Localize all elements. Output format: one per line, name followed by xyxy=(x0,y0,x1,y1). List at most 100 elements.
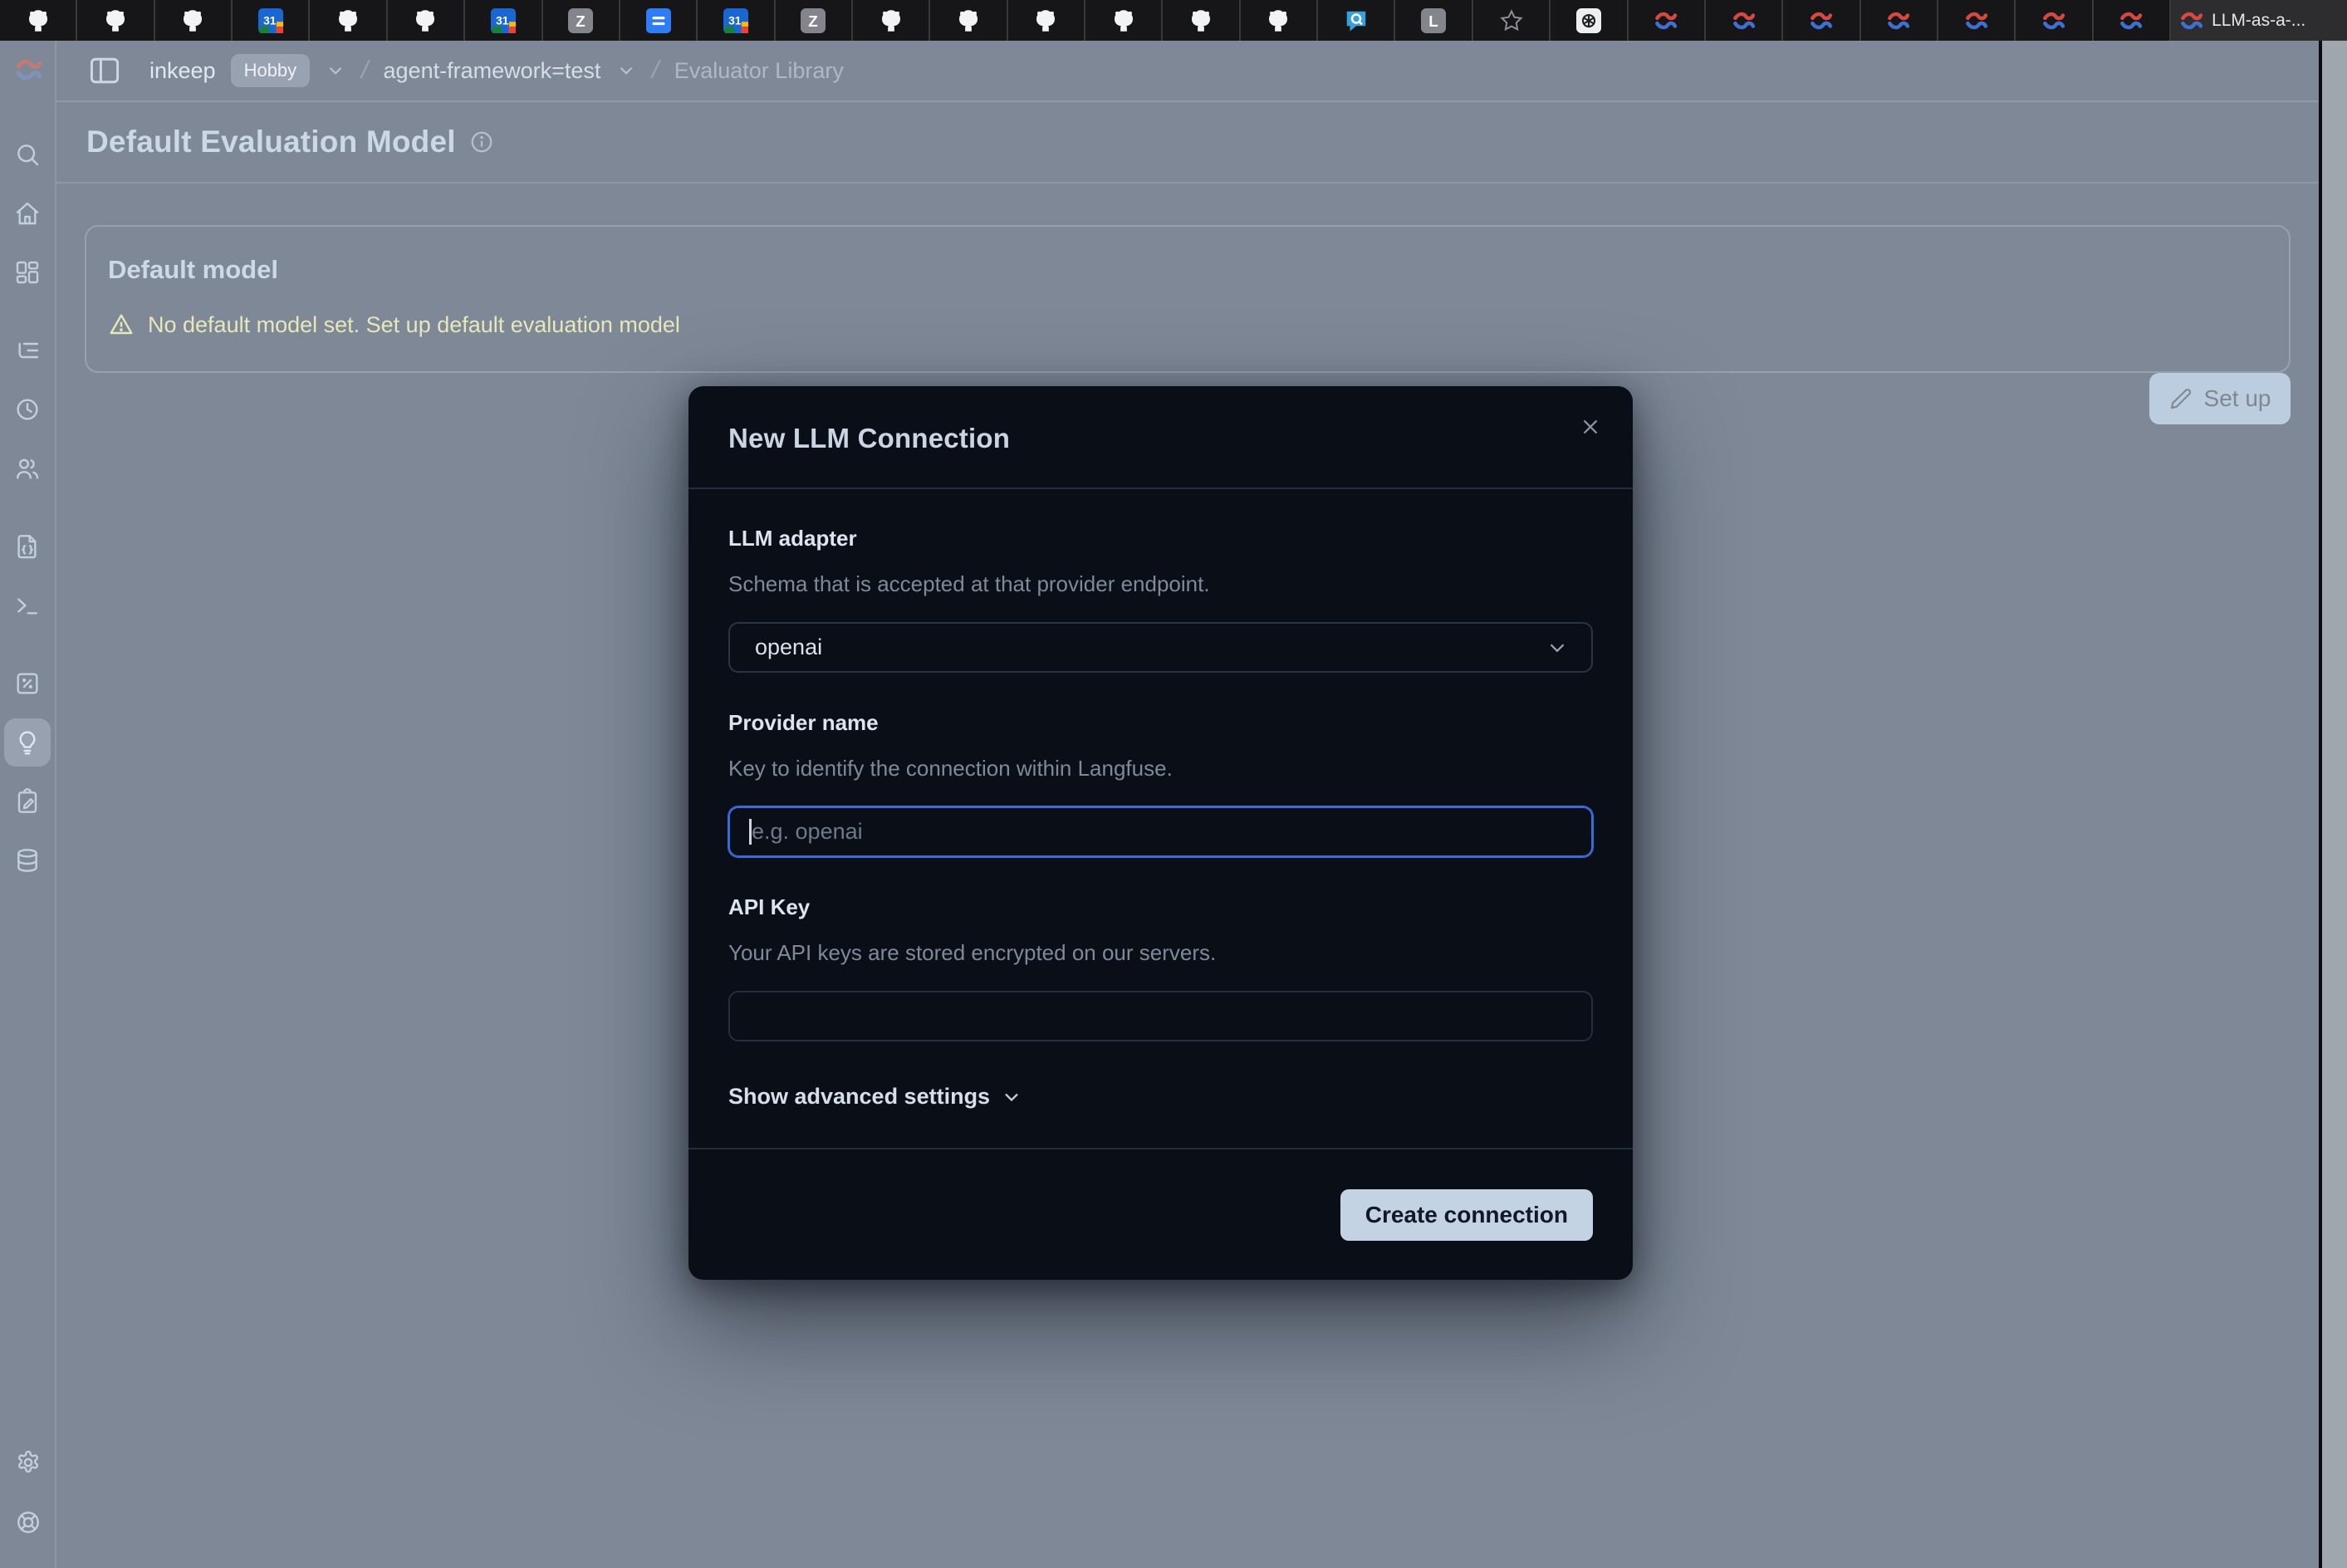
sidebar-toggle-icon[interactable] xyxy=(86,52,123,89)
background-window-strip xyxy=(2319,41,2347,1568)
api-key-label: API Key xyxy=(728,894,1593,920)
browser-tab[interactable]: Z xyxy=(776,0,853,41)
sidebar-item-dashboard[interactable] xyxy=(4,248,51,296)
browser-tab[interactable]: 31 xyxy=(465,0,542,41)
sidebar-item-llm-judge[interactable] xyxy=(4,718,51,767)
chevron-down-icon xyxy=(1000,1085,1023,1109)
breadcrumb-org[interactable]: inkeep xyxy=(149,58,216,84)
dialog-footer: Create connection xyxy=(688,1148,1633,1280)
show-advanced-settings-toggle[interactable]: Show advanced settings xyxy=(728,1084,1023,1110)
browser-tab[interactable] xyxy=(853,0,930,41)
browser-tab[interactable]: 31 xyxy=(233,0,310,41)
create-connection-button[interactable]: Create connection xyxy=(1340,1189,1593,1241)
sidebar-item-playground[interactable] xyxy=(4,581,51,630)
chevron-down-icon[interactable] xyxy=(615,60,637,81)
browser-tab[interactable]: Z xyxy=(543,0,620,41)
github-favicon-icon xyxy=(180,8,205,33)
github-favicon-icon xyxy=(1111,8,1136,33)
sidebar-item-annotation[interactable] xyxy=(4,777,51,826)
langfuse-favicon-icon xyxy=(1809,8,1834,33)
llm-adapter-value: openai xyxy=(755,635,1545,660)
browser-tab[interactable]: L xyxy=(1395,0,1472,41)
github-favicon-icon xyxy=(103,8,128,33)
page-title: Default Evaluation Model xyxy=(86,125,456,159)
browser-tab[interactable] xyxy=(1163,0,1240,41)
dialog-title: New LLM Connection xyxy=(688,386,1633,454)
browser-tab[interactable] xyxy=(155,0,233,41)
browser-tab[interactable] xyxy=(2094,0,2171,41)
browser-tab[interactable] xyxy=(1783,0,1860,41)
docs-favicon-icon xyxy=(646,8,671,33)
browser-tab[interactable] xyxy=(1629,0,1706,41)
chatgpt-favicon-icon xyxy=(1576,8,1601,33)
llm-adapter-select[interactable]: openai xyxy=(728,622,1593,673)
chevron-down-icon[interactable] xyxy=(325,60,346,81)
browser-tab[interactable] xyxy=(930,0,1007,41)
browser-tab-active[interactable]: LLM-as-a-... xyxy=(2171,0,2347,41)
browser-tab[interactable] xyxy=(1008,0,1085,41)
langfuse-favicon-icon xyxy=(2179,8,2204,33)
github-favicon-icon xyxy=(1033,8,1058,33)
sidebar-item-support[interactable] xyxy=(5,1498,51,1546)
provider-name-input[interactable] xyxy=(728,806,1593,857)
info-icon[interactable] xyxy=(469,130,494,154)
z-favicon-icon: Z xyxy=(801,8,826,33)
browser-tab[interactable] xyxy=(1085,0,1163,41)
langfuse-favicon-icon xyxy=(1654,8,1678,33)
l-favicon-icon: L xyxy=(1421,8,1446,33)
browser-tab[interactable] xyxy=(388,0,465,41)
sidebar-item-datasets[interactable] xyxy=(4,836,51,884)
browser-tab[interactable] xyxy=(310,0,387,41)
close-icon[interactable] xyxy=(1575,411,1606,443)
active-tab-title: LLM-as-a-... xyxy=(2212,11,2339,31)
browser-tab[interactable] xyxy=(620,0,698,41)
svg-text:Z: Z xyxy=(809,12,818,29)
github-favicon-icon xyxy=(1266,8,1291,33)
breadcrumb-project[interactable]: agent-framework=test xyxy=(384,58,601,84)
browser-tab[interactable] xyxy=(1473,0,1551,41)
breadcrumb-separator: / xyxy=(649,56,663,85)
browser-tab[interactable]: 31 xyxy=(698,0,775,41)
sidebar-item-sessions[interactable] xyxy=(4,385,51,434)
z-favicon-icon: Z xyxy=(568,8,593,33)
browser-tab[interactable] xyxy=(1241,0,1318,41)
browser-tab[interactable] xyxy=(1551,0,1628,41)
sidebar-item-home[interactable] xyxy=(4,189,51,238)
sidebar-item-settings[interactable] xyxy=(5,1438,51,1487)
set-up-button[interactable]: Set up xyxy=(2149,373,2291,424)
warning-triangle-icon xyxy=(108,311,135,338)
sidebar-item-search[interactable] xyxy=(4,130,51,179)
sidebar-item-evaluation[interactable] xyxy=(4,659,51,708)
svg-text:Z: Z xyxy=(576,12,585,29)
browser-tab[interactable] xyxy=(1861,0,1938,41)
app-sidebar xyxy=(0,41,56,1568)
browser-tab[interactable] xyxy=(1706,0,1783,41)
api-key-input[interactable] xyxy=(728,991,1593,1041)
api-key-description: Your API keys are stored encrypted on ou… xyxy=(728,940,1593,966)
browser-tab[interactable] xyxy=(0,0,77,41)
sidebar-nav xyxy=(0,130,55,884)
chevron-down-icon xyxy=(1545,635,1570,660)
langfuse-favicon-icon xyxy=(1886,8,1911,33)
sidebar-item-tracing[interactable] xyxy=(4,326,51,375)
page-title-row: Default Evaluation Model xyxy=(56,102,2319,184)
github-favicon-icon xyxy=(1188,8,1213,33)
browser-tab[interactable] xyxy=(2016,0,2093,41)
svg-text:31: 31 xyxy=(728,14,742,27)
breadcrumb-separator: / xyxy=(359,56,372,85)
llm-adapter-field: LLM adapter Schema that is accepted at t… xyxy=(728,526,1593,673)
sidebar-item-users[interactable] xyxy=(4,444,51,492)
api-key-field: API Key Your API keys are stored encrypt… xyxy=(728,894,1593,1041)
browser-tab-bar: 31 31 Z 31 Z L LLM-as-a-... xyxy=(0,0,2347,41)
warning-text: No default model set. Set up default eva… xyxy=(148,312,680,338)
provider-name-label: Provider name xyxy=(728,710,1593,736)
sidebar-item-prompts[interactable] xyxy=(4,522,51,571)
browser-tab[interactable] xyxy=(77,0,154,41)
chat-favicon-icon xyxy=(1344,8,1369,33)
browser-tab[interactable] xyxy=(1318,0,1395,41)
set-up-label: Set up xyxy=(2204,385,2271,412)
breadcrumb-bar: inkeep Hobby / agent-framework=test / Ev… xyxy=(56,41,2319,102)
github-favicon-icon xyxy=(413,8,438,33)
langfuse-favicon-icon xyxy=(2119,8,2144,33)
browser-tab[interactable] xyxy=(1938,0,2016,41)
